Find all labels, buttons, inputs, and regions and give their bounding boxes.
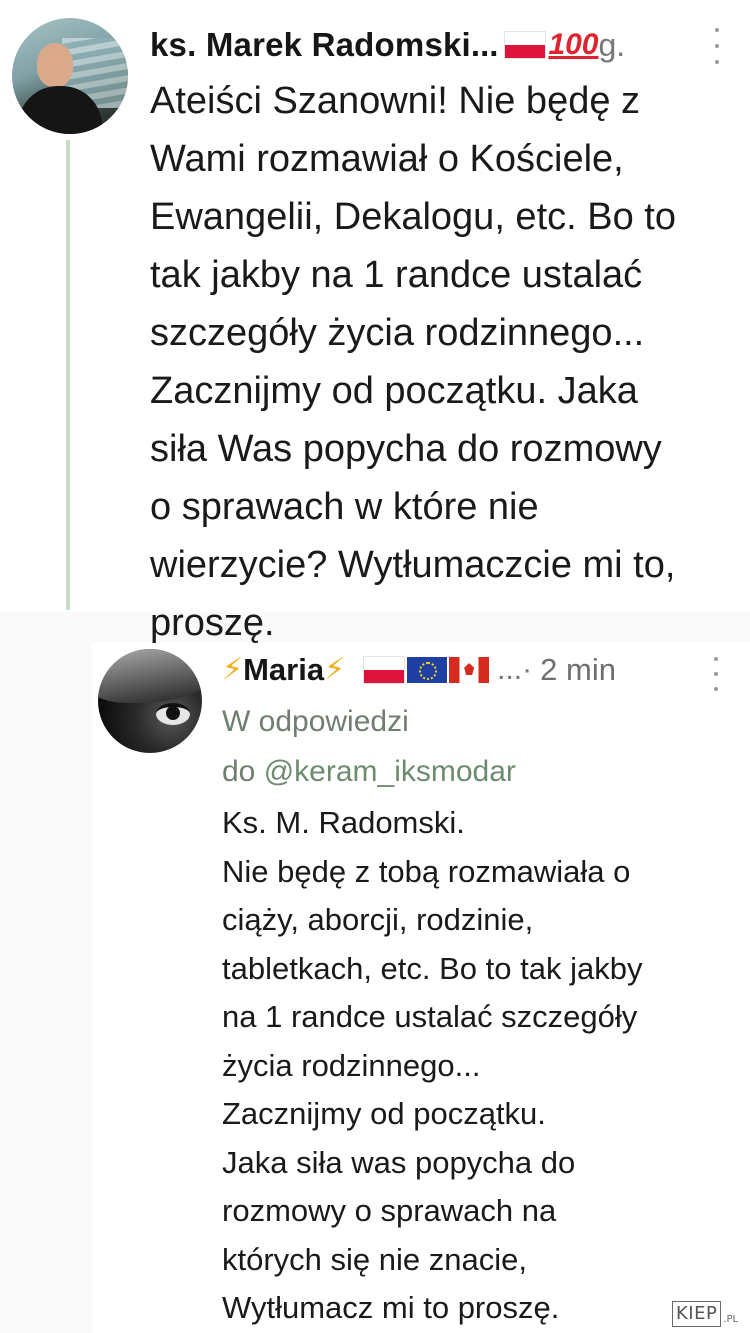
author-name[interactable]: Maria xyxy=(243,652,324,688)
reply-handle-link[interactable]: @keram_iksmodar xyxy=(264,755,516,788)
author-name[interactable]: ks. Marek Radomski xyxy=(150,26,471,64)
tweet-text: Ateiści Szanowni! Nie będę z Wami rozmaw… xyxy=(150,80,676,644)
kiep-watermark-logo: KIEP .PL xyxy=(672,1297,738,1327)
thread-connector-line xyxy=(66,140,70,610)
reply-prefix-to: do xyxy=(222,755,264,788)
tweet-time[interactable]: g. xyxy=(599,27,626,64)
canada-flag-icon xyxy=(449,657,490,683)
flags-group xyxy=(363,656,490,684)
eu-flag-icon xyxy=(407,657,448,683)
reply-target: do @keram_iksmodar xyxy=(222,747,742,797)
screenshot-page: ks. Marek Radomski ... 100 g. Ateiści Sz… xyxy=(0,0,750,1333)
tweet-header: ks. Marek Radomski ... 100 g. xyxy=(150,22,625,68)
lightning-icon: ⚡ xyxy=(222,653,244,686)
replying-to: W odpowiedzi do @keram_iksmodar xyxy=(222,697,742,797)
watermark-text: KIEP xyxy=(672,1301,722,1327)
name-truncation: ... xyxy=(470,26,499,63)
lightning-icon: ⚡ xyxy=(324,653,346,686)
reply-text: Ks. M. Radomski. Nie będę z tobą rozmawi… xyxy=(222,805,643,1325)
hundred-points-icon: 100 xyxy=(548,28,599,61)
tweet-time[interactable]: 2 min xyxy=(540,652,616,688)
watermark-suffix: .PL xyxy=(723,1314,739,1325)
avatar-marek-radomski[interactable] xyxy=(12,18,128,134)
more-options-icon[interactable] xyxy=(712,28,722,64)
poland-flag-icon xyxy=(363,656,406,684)
poland-flag-icon xyxy=(504,31,547,59)
reply-prefix: W odpowiedzi xyxy=(222,705,409,738)
more-options-icon[interactable] xyxy=(711,657,721,691)
tweet-reply[interactable]: ⚡ Maria ⚡ ...· 2 min W odpowiedzi do @ke… xyxy=(92,643,750,1333)
avatar-maria[interactable] xyxy=(98,649,202,753)
reply-header: ⚡ Maria ⚡ ...· 2 min xyxy=(222,649,616,691)
name-truncation: ...· xyxy=(497,653,533,686)
tweet-original[interactable]: ks. Marek Radomski ... 100 g. Ateiści Sz… xyxy=(0,0,750,644)
